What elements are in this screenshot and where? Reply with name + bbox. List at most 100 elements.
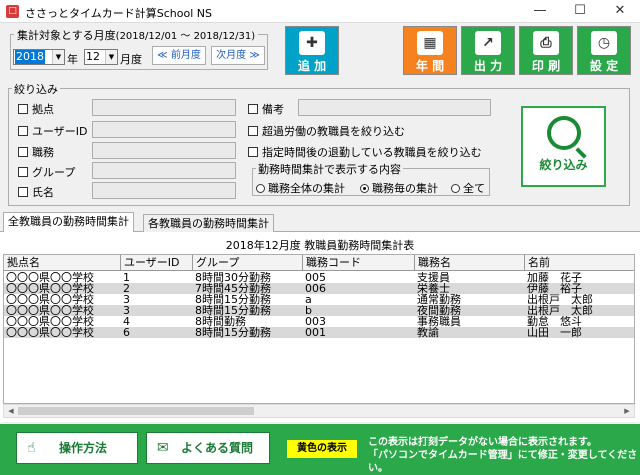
hand-pointer-icon: ☝ xyxy=(27,440,36,456)
checkbox-name[interactable]: 氏名 xyxy=(18,184,54,200)
manual-button[interactable]: ☝ 操作方法 xyxy=(16,432,138,464)
period-range: (2018/12/01 ～ 2018/12/31) xyxy=(115,31,256,42)
checkbox-branch[interactable]: 拠点 xyxy=(18,101,54,117)
table-cell: 3 xyxy=(123,294,130,305)
table-row[interactable]: 〇〇〇県〇〇学校 3 8時間15分勤務 a 通常勤務 出根戸 太郎 xyxy=(4,294,634,305)
table-cell: 出根戸 太郎 xyxy=(527,294,593,305)
table-cell: 夜間勤務 xyxy=(417,305,461,316)
table-cell: 006 xyxy=(305,283,326,294)
title-bar: □ ささっとタイムカード計算School NS — ☐ ✕ xyxy=(0,0,640,23)
tab-each-staff[interactable]: 各教職員の勤務時間集計 xyxy=(143,214,274,232)
checkbox-job[interactable]: 職務 xyxy=(18,144,54,160)
faq-button[interactable]: ✉ よくある質問 xyxy=(146,432,270,464)
table-cell: 8時間勤務 xyxy=(195,316,246,327)
maximize-button[interactable]: ☐ xyxy=(560,0,600,22)
checkbox-label: 拠点 xyxy=(32,103,54,116)
yellow-legend-badge: 黄色の表示 xyxy=(287,440,357,458)
radio-per-job[interactable]: 職務毎の集計 xyxy=(360,180,438,196)
filter-search-button[interactable]: 絞り込み xyxy=(521,106,606,187)
group-field[interactable] xyxy=(92,162,236,179)
search-label: 絞り込み xyxy=(539,158,588,172)
table-cell: b xyxy=(305,305,312,316)
grid-title: 2018年12月度 教職員勤務時間集計表 xyxy=(225,239,415,252)
table-cell: 2 xyxy=(123,283,130,294)
table-row[interactable]: 〇〇〇県〇〇学校 6 8時間15分勤務 001 教諭 山田 一郎 xyxy=(4,327,634,338)
print-label: 印 刷 xyxy=(531,59,561,73)
settings-button[interactable]: ◷ 設 定 xyxy=(577,26,631,75)
scroll-right-icon[interactable]: ▶ xyxy=(620,405,634,417)
column-header[interactable]: ユーザーID xyxy=(121,255,193,271)
add-button[interactable]: ✚ 追 加 xyxy=(285,26,339,75)
table-cell: 8時間15分勤務 xyxy=(195,305,271,316)
table-row[interactable]: 〇〇〇県〇〇学校 1 8時間30分勤務 005 支援員 加藤 花子 xyxy=(4,272,634,283)
scroll-thumb[interactable] xyxy=(18,407,254,415)
checkbox-label: 超過労働の教職員を絞り込む xyxy=(262,125,405,138)
user-id-field[interactable] xyxy=(92,121,236,138)
app-icon: □ xyxy=(6,5,19,18)
table-cell: 加藤 花子 xyxy=(527,272,582,283)
table-cell: 支援員 xyxy=(417,272,450,283)
table-cell: 〇〇〇県〇〇学校 xyxy=(6,294,94,305)
yearly-button[interactable]: ▦ 年 間 xyxy=(403,26,457,75)
horizontal-scrollbar[interactable]: ◀ ▶ xyxy=(3,404,635,418)
table-row[interactable]: 〇〇〇県〇〇学校 2 7時間45分勤務 006 栄養士 伊藤 裕子 xyxy=(4,283,634,294)
filter-legend: 絞り込み xyxy=(12,81,60,97)
table-cell: 1 xyxy=(123,272,130,283)
table-cell: 〇〇〇県〇〇学校 xyxy=(6,316,94,327)
table-row[interactable]: 〇〇〇県〇〇学校 4 8時間勤務 003 事務職員 勤怠 悠斗 xyxy=(4,316,634,327)
output-label: 出 力 xyxy=(473,59,503,73)
table-row[interactable]: 〇〇〇県〇〇学校 3 8時間15分勤務 b 夜間勤務 出根戸 太郎 xyxy=(4,305,634,316)
month-select[interactable]: 12 ▼ xyxy=(84,49,118,65)
checkbox-late-leave[interactable]: 指定時間後の退勤している教職員を絞り込む xyxy=(248,144,482,160)
year-value: 2018 xyxy=(15,50,45,64)
table-cell: 〇〇〇県〇〇学校 xyxy=(6,283,94,294)
table-cell: a xyxy=(305,294,312,305)
column-header[interactable]: 拠点名 xyxy=(4,255,121,271)
summary-panel: 2018年12月度 教職員勤務時間集計表 拠点名 ユーザーID グループ 職務コ… xyxy=(0,232,640,422)
checkbox-label: 職務 xyxy=(32,146,54,159)
settings-label: 設 定 xyxy=(589,59,619,73)
table-cell: 出根戸 太郎 xyxy=(527,305,593,316)
tab-all-staff[interactable]: 全教職員の勤務時間集計 xyxy=(3,212,134,233)
table-cell: 勤怠 悠斗 xyxy=(527,316,582,327)
column-header[interactable]: 職務名 xyxy=(415,255,525,271)
radio-label: 職務全体の集計 xyxy=(268,182,345,195)
print-button[interactable]: ⎙ 印 刷 xyxy=(519,26,573,75)
column-header[interactable]: グループ xyxy=(193,255,303,271)
month-unit: 月度 xyxy=(120,53,142,66)
name-field[interactable] xyxy=(92,182,236,199)
table-cell: 山田 一郎 xyxy=(527,327,582,338)
job-field[interactable] xyxy=(92,142,236,159)
checkbox-remarks[interactable]: 備考 xyxy=(248,101,284,117)
year-select[interactable]: 2018 ▼ xyxy=(13,49,65,65)
checkbox-overtime[interactable]: 超過労働の教職員を絞り込む xyxy=(248,123,405,139)
minimize-button[interactable]: — xyxy=(520,0,560,22)
checkbox-user-id[interactable]: ユーザーID xyxy=(18,123,88,139)
month-value: 12 xyxy=(86,50,100,63)
close-button[interactable]: ✕ xyxy=(600,0,640,22)
legend-note: この表示は打刻データがない場合に表示されます。 「パソコンでタイムカード管理」に… xyxy=(368,436,640,475)
table-header: 拠点名 ユーザーID グループ 職務コード 職務名 名前 xyxy=(4,255,634,271)
scroll-left-icon[interactable]: ◀ xyxy=(4,405,18,417)
window-title: ささっとタイムカード計算School NS xyxy=(25,7,213,20)
next-month-button[interactable]: 次月度 ≫ xyxy=(211,46,265,65)
period-label: 集計対象とする月度 xyxy=(17,29,116,42)
checkbox-group[interactable]: グループ xyxy=(18,164,75,180)
checkbox-label: 備考 xyxy=(262,103,284,116)
radio-all-jobs[interactable]: 職務全体の集計 xyxy=(256,180,345,196)
summary-table[interactable]: 拠点名 ユーザーID グループ 職務コード 職務名 名前 〇〇〇県〇〇学校 1 8時… xyxy=(3,254,635,404)
output-button[interactable]: ↗ 出 力 xyxy=(461,26,515,75)
branch-field[interactable] xyxy=(92,99,236,116)
checkbox-label: 氏名 xyxy=(32,186,54,199)
column-header[interactable]: 名前 xyxy=(525,255,634,271)
column-header[interactable]: 職務コード xyxy=(303,255,415,271)
chevron-down-icon: ▼ xyxy=(52,50,64,64)
table-cell: 005 xyxy=(305,272,326,283)
table-cell: 6 xyxy=(123,327,130,338)
table-cell: 8時間30分勤務 xyxy=(195,272,271,283)
table-cell: 伊藤 裕子 xyxy=(527,283,582,294)
radio-both[interactable]: 全て xyxy=(451,180,485,196)
checkbox-label: グループ xyxy=(32,166,76,179)
prev-month-button[interactable]: ≪ 前月度 xyxy=(152,46,206,65)
remarks-field[interactable] xyxy=(298,99,491,116)
